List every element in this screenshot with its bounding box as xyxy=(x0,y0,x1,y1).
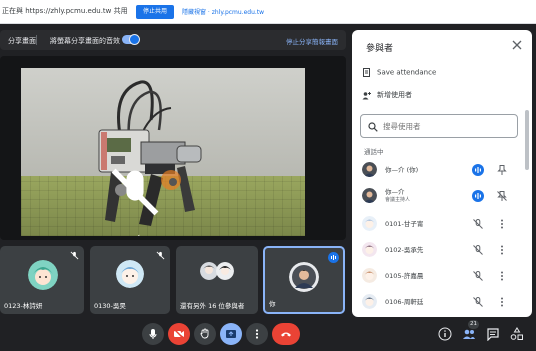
share-audio-label: 將螢幕分享畫面的音效 xyxy=(50,37,120,45)
participant-row[interactable]: 你—介 (你) xyxy=(352,158,524,182)
hangup-icon xyxy=(281,332,291,337)
mic-off-icon xyxy=(473,296,483,307)
participant-row[interactable]: 0105-許嘉晨 xyxy=(352,264,524,288)
save-attendance-button[interactable]: Save attendance xyxy=(362,68,436,77)
tile-name: 0130-吳昊 xyxy=(94,302,126,310)
pin-off-icon[interactable] xyxy=(496,190,508,202)
speaking-icon xyxy=(472,164,484,176)
add-people-button[interactable]: 新增使用者 xyxy=(362,90,412,100)
speaking-icon xyxy=(472,190,484,202)
avatar-icon xyxy=(362,162,377,177)
present-screen-icon xyxy=(226,330,236,338)
mic-off-icon xyxy=(473,270,483,281)
more-vert-icon[interactable] xyxy=(496,296,508,308)
control-bar: 21 xyxy=(0,320,536,351)
anime-avatar-icon xyxy=(362,216,377,231)
toggle-knob xyxy=(129,34,140,45)
anime-avatar-icon xyxy=(362,268,377,283)
anime-avatar-icon xyxy=(116,260,144,288)
participant-row[interactable]: 0102-吳承先 xyxy=(352,238,524,262)
speaking-indicator-icon xyxy=(328,252,339,263)
mic-off-icon[interactable] xyxy=(105,162,165,222)
participant-name: 0101-甘子甯 xyxy=(385,220,424,228)
share-notice-text: 正在與 https://zhly.pcmu.edu.tw 共用 xyxy=(2,7,128,15)
camera-button[interactable] xyxy=(168,323,190,345)
tile-name: 你 xyxy=(269,300,276,308)
add-person-icon xyxy=(362,91,371,99)
participants-panel: 參與者 Save attendance 新增使用者 通話中 你—介 (你) 你—… xyxy=(352,30,532,317)
anime-avatar-icon xyxy=(362,294,377,309)
share-audio-toggle[interactable] xyxy=(122,34,140,45)
hide-window-link[interactable]: 隱藏視窗 · zhly.pcmu.edu.tw xyxy=(182,7,264,16)
chat-icon[interactable] xyxy=(486,327,500,341)
participant-name: 你—介 (你) xyxy=(385,166,419,174)
more-vert-icon[interactable] xyxy=(496,244,508,256)
camera-off-icon xyxy=(173,328,185,340)
microphone-button[interactable] xyxy=(142,323,164,345)
mic-off-icon xyxy=(156,251,165,260)
tile-name: 0123-林詩妍 xyxy=(4,302,43,310)
divider xyxy=(36,35,37,45)
search-icon xyxy=(368,122,378,132)
tile-name: 還有另外 16 位參與者 xyxy=(180,302,245,310)
more-participants-tile[interactable]: 還有另外 16 位參與者 xyxy=(176,246,258,314)
mic-off-icon xyxy=(473,218,483,229)
participant-row[interactable]: 0101-甘子甯 xyxy=(352,212,524,236)
stage-overlay-icons xyxy=(105,162,165,236)
participant-row[interactable]: 0106-周軒廷 xyxy=(352,290,524,314)
more-vert-icon[interactable] xyxy=(496,218,508,230)
more-vert-icon[interactable] xyxy=(496,270,508,282)
hand-icon xyxy=(200,328,209,339)
anime-avatar-icon xyxy=(28,260,58,290)
info-icon[interactable] xyxy=(438,327,452,341)
mic-off-icon xyxy=(473,244,483,255)
presentation-bar: 分享畫面 將螢幕分享畫面的音效 停止分享簡報畫面 xyxy=(0,30,346,50)
participant-row[interactable]: 你—介 會議主持人 xyxy=(352,184,524,208)
participant-name: 0105-許嘉晨 xyxy=(385,272,424,280)
leave-call-button[interactable] xyxy=(272,323,300,345)
participant-name: 0106-周軒廷 xyxy=(385,298,424,306)
save-attendance-label: Save attendance xyxy=(377,68,437,77)
microphone-icon xyxy=(149,329,157,339)
participant-tile[interactable]: 0123-林詩妍 xyxy=(0,246,84,314)
anime-avatar-icon xyxy=(362,242,377,257)
presentation-stage xyxy=(0,56,346,240)
more-vert-icon xyxy=(255,329,259,339)
participant-name: 0102-吳承先 xyxy=(385,246,424,254)
avatar-icon xyxy=(216,262,234,280)
avatar-icon xyxy=(362,188,377,203)
participant-name: 你—介 xyxy=(385,188,405,196)
screen-share-bar: 正在與 https://zhly.pcmu.edu.tw 共用 停止共用 隱藏視… xyxy=(0,0,536,24)
search-input[interactable] xyxy=(383,120,513,133)
avatar-icon xyxy=(289,262,319,292)
mic-off-icon xyxy=(70,251,79,260)
document-icon xyxy=(363,68,370,77)
close-icon[interactable] xyxy=(512,40,522,50)
panel-title: 參與者 xyxy=(366,44,394,54)
stop-presenting-link[interactable]: 停止分享簡報畫面 xyxy=(286,36,338,46)
search-box xyxy=(360,114,518,138)
presentation-title: 分享畫面 xyxy=(8,37,36,45)
add-people-label: 新增使用者 xyxy=(377,91,412,99)
people-icon[interactable] xyxy=(462,327,476,341)
in-call-section-label: 通話中 xyxy=(364,148,384,156)
stop-sharing-button[interactable]: 停止共用 xyxy=(136,5,175,19)
shared-video xyxy=(21,68,305,236)
volume-icon[interactable] xyxy=(105,226,165,236)
self-tile[interactable]: 你 xyxy=(263,246,345,314)
present-button[interactable] xyxy=(220,323,242,345)
participant-tile[interactable]: 0130-吳昊 xyxy=(90,246,170,314)
participant-role: 會議主持人 xyxy=(385,197,411,203)
pin-icon[interactable] xyxy=(496,164,508,176)
more-options-button[interactable] xyxy=(246,323,268,345)
activities-icon[interactable] xyxy=(510,327,524,341)
participants-count-badge: 21 xyxy=(468,320,479,329)
panel-scrollbar[interactable] xyxy=(525,110,529,170)
raise-hand-button[interactable] xyxy=(194,323,216,345)
